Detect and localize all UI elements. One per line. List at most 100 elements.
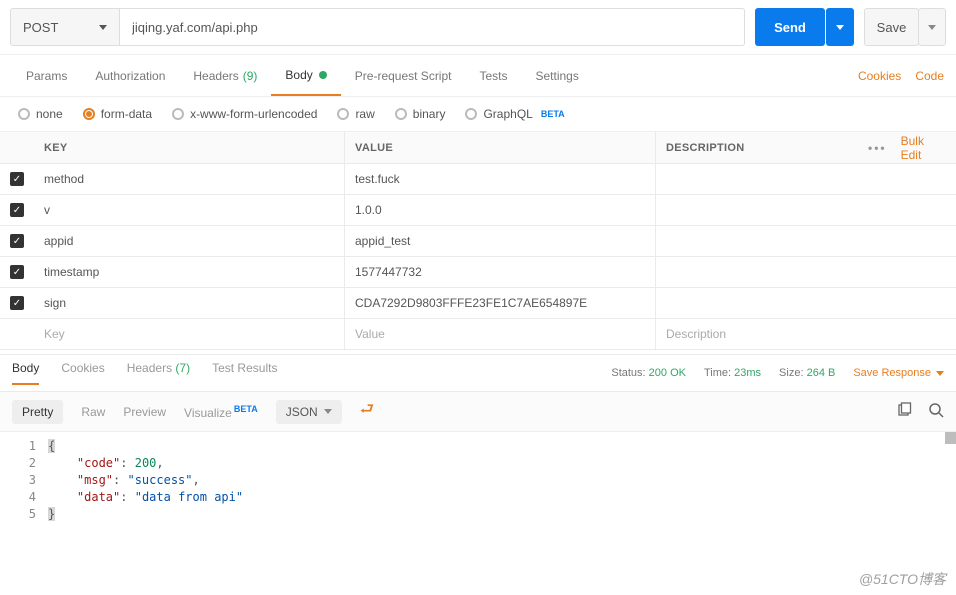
tab-body-label: Body	[285, 68, 312, 82]
response-headers-count: (7)	[175, 361, 190, 375]
time-label: Time: 23ms	[704, 367, 761, 379]
beta-badge: BETA	[541, 109, 565, 119]
col-description: DESCRIPTION	[656, 132, 856, 163]
caret-down-icon	[836, 25, 844, 30]
url-input[interactable]	[120, 8, 745, 46]
response-tab-headers[interactable]: Headers (7)	[127, 361, 190, 385]
viewer-raw[interactable]: Raw	[81, 405, 105, 419]
checkbox-icon[interactable]: ✓	[10, 265, 24, 279]
watermark: @51CTO博客	[859, 569, 946, 589]
table-row-new[interactable]: Key Value Description	[0, 319, 956, 350]
kv-description-placeholder[interactable]: Description	[656, 319, 956, 349]
response-tab-body[interactable]: Body	[12, 361, 39, 385]
kv-value[interactable]: 1.0.0	[345, 195, 656, 225]
body-dot-indicator	[319, 71, 327, 79]
send-button[interactable]: Send	[755, 8, 825, 46]
bulk-edit-link[interactable]: Bulk Edit	[901, 134, 944, 162]
radio-binary[interactable]: binary	[395, 107, 446, 121]
radio-icon	[395, 108, 407, 120]
checkbox-icon[interactable]: ✓	[10, 172, 24, 186]
tab-settings[interactable]: Settings	[522, 55, 593, 96]
vertical-scrollbar[interactable]	[945, 432, 956, 444]
kv-key[interactable]: appid	[34, 226, 345, 256]
radio-none[interactable]: none	[18, 107, 63, 121]
time-value: 23ms	[734, 367, 761, 379]
headers-count: (9)	[243, 69, 258, 83]
viewer-pretty[interactable]: Pretty	[12, 400, 63, 424]
wrap-lines-icon[interactable]: ⮐	[360, 398, 374, 425]
kv-description[interactable]	[656, 226, 956, 256]
save-response-button[interactable]: Save Response	[853, 367, 944, 379]
radio-icon	[18, 108, 30, 120]
caret-down-icon	[324, 409, 332, 414]
radio-graphql[interactable]: GraphQLBETA	[465, 107, 564, 121]
radio-icon	[465, 108, 477, 120]
kv-table-header: KEY VALUE DESCRIPTION ••• Bulk Edit	[0, 132, 956, 164]
table-row[interactable]: ✓ v 1.0.0	[0, 195, 956, 226]
kv-key[interactable]: timestamp	[34, 257, 345, 287]
kv-description[interactable]	[656, 288, 956, 318]
tab-tests[interactable]: Tests	[465, 55, 521, 96]
search-icon[interactable]	[928, 402, 944, 421]
more-icon[interactable]: •••	[868, 141, 887, 155]
http-method-select[interactable]: POST	[10, 8, 120, 46]
status-value: 200 OK	[649, 367, 686, 379]
format-select[interactable]: JSON	[276, 400, 342, 424]
kv-value[interactable]: CDA7292D9803FFFE23FE1C7AE654897E	[345, 288, 656, 318]
line-gutter: 12345	[0, 438, 48, 523]
checkbox-icon[interactable]: ✓	[10, 234, 24, 248]
table-row[interactable]: ✓ appid appid_test	[0, 226, 956, 257]
request-bar: POST Send Save	[0, 0, 956, 55]
table-row[interactable]: ✓ timestamp 1577447732	[0, 257, 956, 288]
response-tab-tests[interactable]: Test Results	[212, 361, 277, 385]
radio-formdata[interactable]: form-data	[83, 107, 152, 121]
send-dropdown-button[interactable]	[826, 8, 854, 46]
kv-description[interactable]	[656, 195, 956, 225]
col-value: VALUE	[345, 132, 656, 163]
kv-description[interactable]	[656, 164, 956, 194]
size-value: 264 B	[807, 367, 836, 379]
table-row[interactable]: ✓ method test.fuck	[0, 164, 956, 195]
radio-raw[interactable]: raw	[337, 107, 374, 121]
save-button[interactable]: Save	[864, 8, 919, 46]
caret-down-icon	[928, 25, 936, 30]
radio-urlencoded[interactable]: x-www-form-urlencoded	[172, 107, 317, 121]
response-body-viewer: 12345 { "code": 200, "msg": "success", "…	[0, 432, 956, 529]
response-tab-cookies[interactable]: Cookies	[61, 361, 104, 385]
table-row[interactable]: ✓ sign CDA7292D9803FFFE23FE1C7AE654897E	[0, 288, 956, 319]
code-link[interactable]: Code	[915, 69, 944, 83]
viewer-visualize[interactable]: VisualizeBETA	[184, 404, 258, 420]
kv-key[interactable]: v	[34, 195, 345, 225]
kv-key-placeholder[interactable]: Key	[34, 319, 345, 349]
radio-icon	[337, 108, 349, 120]
cookies-link[interactable]: Cookies	[858, 69, 901, 83]
checkbox-icon[interactable]: ✓	[10, 296, 24, 310]
kv-key[interactable]: method	[34, 164, 345, 194]
kv-value[interactable]: 1577447732	[345, 257, 656, 287]
copy-icon[interactable]	[896, 402, 912, 421]
checkbox-icon[interactable]: ✓	[10, 203, 24, 217]
kv-table-body: ✓ method test.fuck ✓ v 1.0.0 ✓ appid app…	[0, 164, 956, 350]
tab-params[interactable]: Params	[12, 55, 81, 96]
tab-authorization[interactable]: Authorization	[81, 55, 179, 96]
radio-icon	[83, 108, 95, 120]
response-bar: Body Cookies Headers (7) Test Results St…	[0, 354, 956, 392]
response-json[interactable]: { "code": 200, "msg": "success", "data":…	[48, 438, 956, 523]
tab-prerequest[interactable]: Pre-request Script	[341, 55, 466, 96]
viewer-preview[interactable]: Preview	[123, 405, 166, 419]
tab-body[interactable]: Body	[271, 55, 340, 96]
kv-value[interactable]: test.fuck	[345, 164, 656, 194]
kv-description[interactable]	[656, 257, 956, 287]
kv-key[interactable]: sign	[34, 288, 345, 318]
tab-headers[interactable]: Headers(9)	[179, 55, 271, 96]
kv-value-placeholder[interactable]: Value	[345, 319, 656, 349]
body-type-selector: none form-data x-www-form-urlencoded raw…	[0, 97, 956, 132]
radio-icon	[172, 108, 184, 120]
response-viewer-bar: Pretty Raw Preview VisualizeBETA JSON ⮐	[0, 392, 956, 432]
kv-value[interactable]: appid_test	[345, 226, 656, 256]
beta-badge: BETA	[234, 404, 258, 414]
status-label: Status: 200 OK	[611, 367, 686, 379]
http-method-value: POST	[23, 20, 58, 35]
caret-down-icon	[99, 25, 107, 30]
save-dropdown-button[interactable]	[918, 8, 946, 46]
